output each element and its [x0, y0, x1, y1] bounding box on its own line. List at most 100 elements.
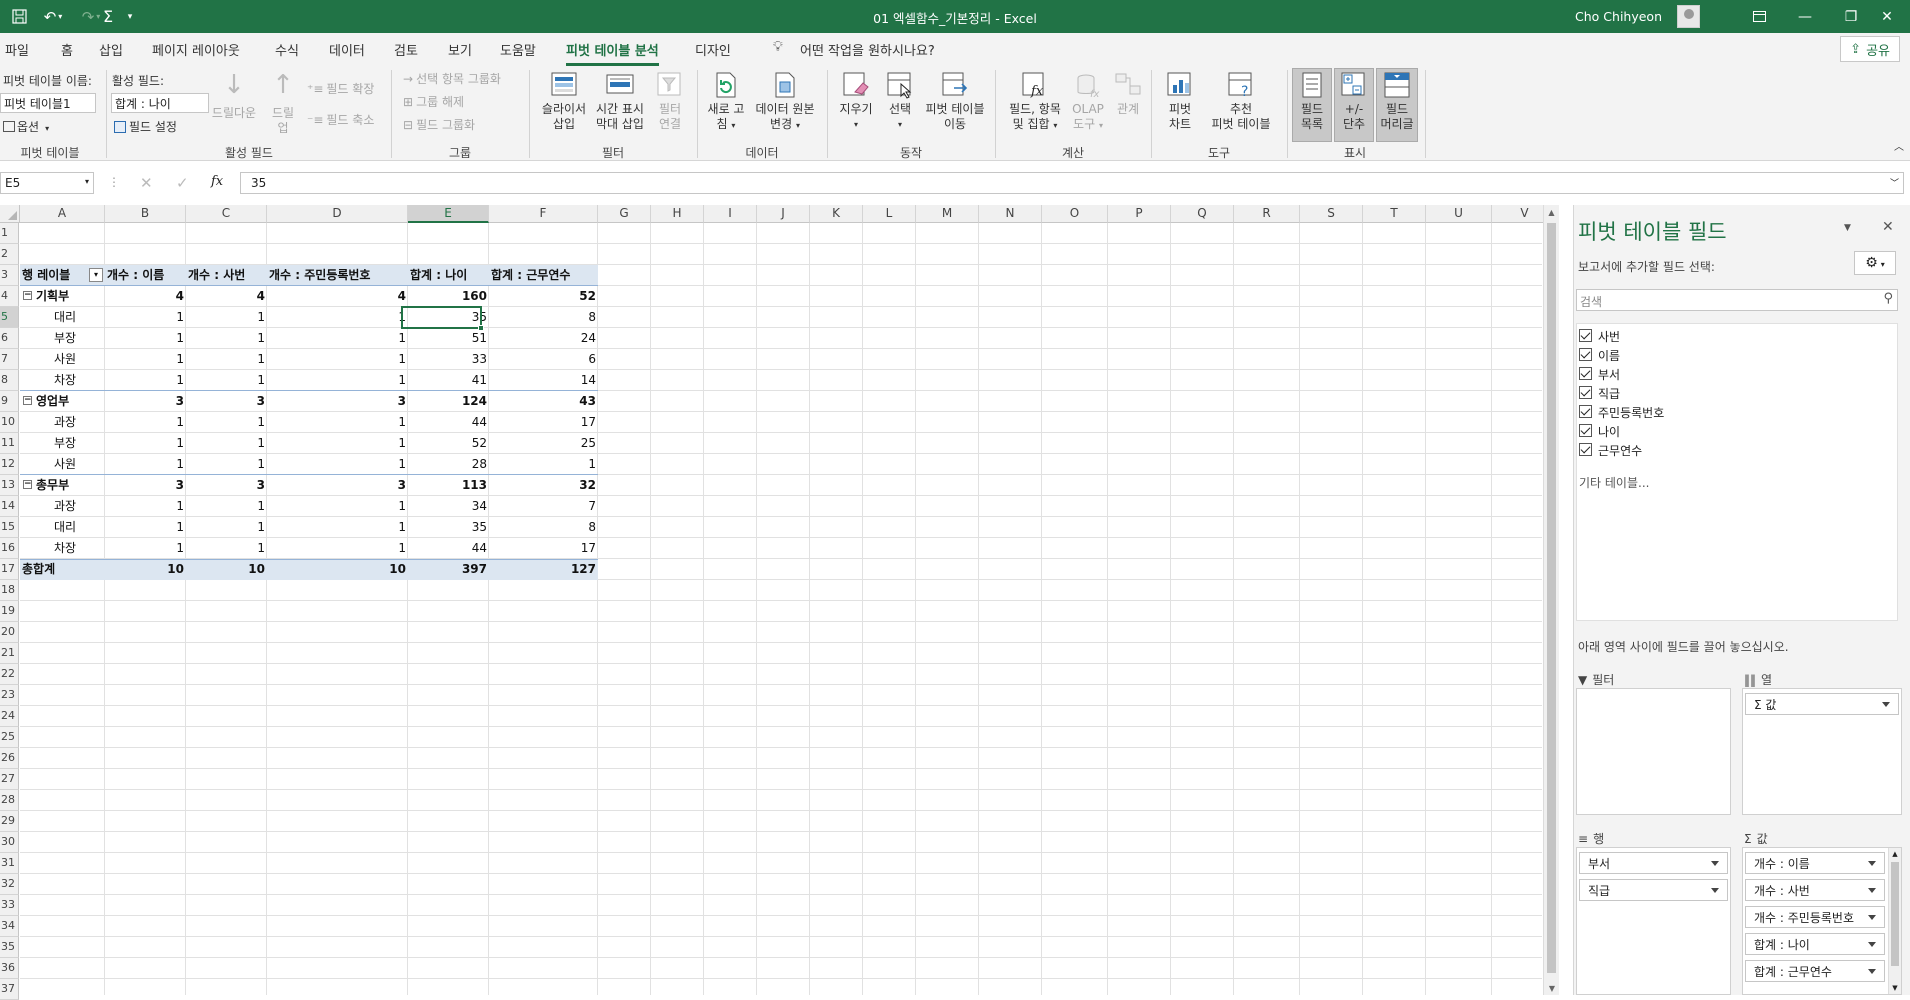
pane-close-icon[interactable]: ✕: [1882, 219, 1894, 235]
field-checkbox[interactable]: [1579, 424, 1592, 437]
value-cell[interactable]: 14: [489, 370, 598, 391]
field-checkbox[interactable]: [1579, 329, 1592, 342]
value-cell[interactable]: 124: [408, 391, 489, 412]
value-cell[interactable]: 1: [186, 370, 267, 391]
tab-file[interactable]: 파일: [5, 40, 29, 59]
change-data-source-button[interactable]: 데이터 원본 변경 ▾: [752, 70, 818, 133]
column-header[interactable]: N: [979, 205, 1042, 223]
row-header[interactable]: 28: [0, 790, 19, 811]
collapse-toggle-icon[interactable]: −: [23, 480, 32, 489]
clear-button[interactable]: 지우기 ▾: [834, 70, 878, 132]
tab-help[interactable]: 도움말: [500, 40, 536, 59]
item-label[interactable]: 과장: [20, 412, 105, 433]
row-header[interactable]: 29: [0, 811, 19, 832]
value-cell[interactable]: 1: [267, 307, 408, 328]
column-header[interactable]: S: [1300, 205, 1363, 223]
row-header[interactable]: 22: [0, 664, 19, 685]
row-header[interactable]: 20: [0, 622, 19, 643]
value-cell[interactable]: 44: [408, 412, 489, 433]
value-cell[interactable]: 4: [105, 286, 186, 307]
column-header[interactable]: T: [1363, 205, 1426, 223]
value-field-header[interactable]: 개수 : 이름: [105, 265, 186, 286]
row-header[interactable]: 37: [0, 979, 19, 1000]
row-header[interactable]: 36: [0, 958, 19, 979]
column-header[interactable]: E: [408, 205, 489, 223]
pane-options-dropdown-icon[interactable]: ▼: [1844, 223, 1851, 233]
row-header[interactable]: 19: [0, 601, 19, 622]
row-header[interactable]: 34: [0, 916, 19, 937]
value-cell[interactable]: 43: [489, 391, 598, 412]
column-header[interactable]: P: [1108, 205, 1171, 223]
value-cell[interactable]: 1: [186, 538, 267, 559]
field-item[interactable]: 직급: [1577, 384, 1877, 402]
field-checkbox[interactable]: [1579, 443, 1592, 456]
insert-slicer-button[interactable]: 슬라이서 삽입: [536, 70, 592, 132]
value-field-header[interactable]: 합계 : 근무연수: [489, 265, 598, 286]
filters-area[interactable]: [1576, 688, 1731, 815]
name-box[interactable]: E5 ▾: [0, 172, 94, 194]
value-cell[interactable]: 4: [267, 286, 408, 307]
row-header[interactable]: 10: [0, 412, 19, 433]
values-item[interactable]: 개수 : 사번: [1745, 879, 1885, 901]
value-cell[interactable]: 6: [489, 349, 598, 370]
row-header[interactable]: 27: [0, 769, 19, 790]
refresh-button[interactable]: 새로 고침 ▾: [704, 70, 748, 133]
column-header[interactable]: K: [810, 205, 863, 223]
columns-area[interactable]: Σ 값: [1742, 688, 1902, 815]
scroll-up-icon[interactable]: ▲: [1544, 208, 1559, 217]
value-cell[interactable]: 1: [489, 454, 598, 475]
value-cell[interactable]: 113: [408, 475, 489, 496]
value-cell[interactable]: 3: [186, 475, 267, 496]
pivot-name-input[interactable]: 피벗 테이블1: [0, 93, 96, 113]
tab-home[interactable]: 홈: [61, 40, 73, 59]
recommended-pivot-button[interactable]: ? 추천 피벗 테이블: [1204, 70, 1278, 132]
row-header[interactable]: 8: [0, 370, 19, 391]
row-header[interactable]: 3: [0, 265, 19, 286]
value-cell[interactable]: 1: [186, 307, 267, 328]
row-header[interactable]: 18: [0, 580, 19, 601]
plus-minus-buttons-button[interactable]: +/- 단추: [1334, 70, 1374, 132]
value-cell[interactable]: 52: [489, 286, 598, 307]
item-label[interactable]: 대리: [20, 517, 105, 538]
column-header[interactable]: J: [757, 205, 810, 223]
values-scrollbar[interactable]: ▲ ▼: [1888, 848, 1901, 994]
value-cell[interactable]: 1: [105, 412, 186, 433]
filter-dropdown-icon[interactable]: ▾: [89, 268, 103, 282]
select-button[interactable]: 선택 ▾: [878, 70, 922, 132]
tab-data[interactable]: 데이터: [329, 40, 365, 59]
value-cell[interactable]: 1: [267, 454, 408, 475]
column-header[interactable]: F: [489, 205, 598, 223]
row-header[interactable]: 1: [0, 223, 19, 244]
close-icon[interactable]: ✕: [1864, 0, 1910, 33]
value-cell[interactable]: 3: [267, 475, 408, 496]
value-cell[interactable]: 1: [105, 517, 186, 538]
value-cell[interactable]: 1: [186, 412, 267, 433]
column-header[interactable]: U: [1426, 205, 1492, 223]
value-field-header[interactable]: 합계 : 나이: [408, 265, 489, 286]
column-header[interactable]: R: [1234, 205, 1300, 223]
item-label[interactable]: 차장: [20, 370, 105, 391]
field-item[interactable]: 근무연수: [1577, 441, 1877, 459]
row-header[interactable]: 7: [0, 349, 19, 370]
row-header[interactable]: 13: [0, 475, 19, 496]
row-labels-header[interactable]: 행 레이블 ▾: [20, 265, 105, 286]
rows-item[interactable]: 직급: [1579, 879, 1728, 901]
value-cell[interactable]: 8: [489, 517, 598, 538]
vertical-scrollbar[interactable]: ▲ ▼: [1543, 205, 1559, 995]
value-cell[interactable]: 44: [408, 538, 489, 559]
value-cell[interactable]: 1: [105, 496, 186, 517]
value-cell[interactable]: 1: [105, 307, 186, 328]
column-header[interactable]: A: [20, 205, 105, 223]
tab-pivot-analyze[interactable]: 피벗 테이블 분석: [566, 40, 659, 66]
tab-insert[interactable]: 삽입: [99, 40, 123, 59]
row-header[interactable]: 11: [0, 433, 19, 454]
values-item[interactable]: 개수 : 이름: [1745, 852, 1885, 874]
value-cell[interactable]: 1: [267, 349, 408, 370]
tab-design[interactable]: 디자인: [695, 40, 731, 59]
row-header[interactable]: 31: [0, 853, 19, 874]
options-button[interactable]: 옵션 ▾: [3, 118, 49, 135]
share-button[interactable]: ⇪ 공유: [1840, 36, 1900, 62]
tab-review[interactable]: 검토: [394, 40, 418, 59]
field-settings-button[interactable]: 필드 설정: [114, 118, 177, 135]
value-cell[interactable]: 160: [408, 286, 489, 307]
